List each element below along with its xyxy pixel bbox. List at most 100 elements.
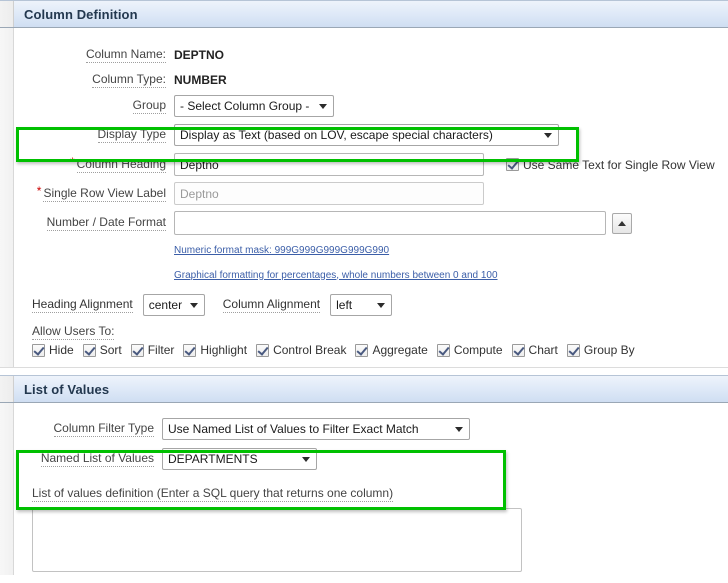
- allow-users-to-label: Allow Users To:: [32, 324, 115, 340]
- allow-option-checkbox[interactable]: [566, 343, 580, 357]
- required-marker: *: [69, 154, 75, 169]
- number-date-format-label: Number / Date Format: [46, 215, 166, 231]
- use-same-text-checkbox[interactable]: [506, 158, 519, 171]
- lov-definition-textarea[interactable]: [32, 508, 522, 572]
- column-type-value-wrap: NUMBER: [174, 73, 728, 87]
- allow-option-checkbox[interactable]: [256, 343, 270, 357]
- column-name-label-wrap: Column Name:: [14, 47, 174, 63]
- row-column-filter-type: Column Filter Type Use Named List of Val…: [14, 414, 728, 444]
- column-definition-body: Column Name: DEPTNO Column Type: NUMBER: [0, 28, 728, 368]
- chevron-down-icon: [377, 303, 386, 308]
- list-of-values-title: List of Values: [24, 381, 110, 397]
- allow-option-hide[interactable]: Hide: [32, 343, 74, 357]
- graphical-formatting-link-wrap: Graphical formatting for percentages, wh…: [174, 269, 728, 282]
- chevron-down-icon: [455, 427, 463, 432]
- allow-option-highlight[interactable]: Highlight: [183, 343, 247, 357]
- allow-option-label: Compute: [453, 343, 503, 357]
- group-label-wrap: Group: [14, 98, 174, 114]
- column-filter-type-label: Column Filter Type: [53, 421, 154, 437]
- column-heading-label: Column Heading: [76, 156, 166, 173]
- row-number-date-format: Number / Date Format: [14, 208, 728, 238]
- row-numeric-format-mask-link: Numeric format mask: 999G999G999G999G990: [14, 238, 728, 262]
- body-gutter-left: [0, 403, 14, 575]
- column-type-label: Column Type:: [92, 71, 166, 88]
- allow-option-checkbox[interactable]: [130, 343, 144, 357]
- row-group: Group - Select Column Group -: [14, 92, 728, 119]
- allow-option-group-by[interactable]: Group By: [566, 343, 635, 357]
- header-gutter: [0, 376, 14, 402]
- allow-option-control-break[interactable]: Control Break: [256, 343, 346, 357]
- column-filter-type-label-wrap: Column Filter Type: [14, 421, 162, 437]
- allow-option-checkbox[interactable]: [32, 343, 45, 357]
- allow-option-aggregate[interactable]: Aggregate: [355, 343, 428, 357]
- body-gutter-left: [0, 28, 14, 367]
- column-filter-type-value-wrap: Use Named List of Values to Filter Exact…: [162, 418, 728, 440]
- display-type-label: Display Type: [97, 126, 166, 143]
- heading-alignment-value: center: [148, 298, 183, 312]
- allow-option-label: Hide: [49, 343, 74, 357]
- column-heading-input[interactable]: [174, 153, 484, 176]
- allow-users-to-options: Hide Sort Filter Highlight Control Break Aggr…: [14, 343, 728, 357]
- row-named-list-of-values: Named List of Values DEPARTMENTS: [14, 444, 728, 474]
- column-definition-title: Column Definition: [24, 6, 138, 22]
- allow-option-checkbox[interactable]: [355, 343, 369, 357]
- allow-option-label: Control Break: [273, 343, 347, 357]
- column-definition-content: Column Name: DEPTNO Column Type: NUMBER: [14, 28, 728, 367]
- column-heading-value-wrap: Use Same Text for Single Row View: [174, 153, 728, 176]
- allow-option-compute[interactable]: Compute: [436, 343, 503, 357]
- header-gutter: [0, 1, 14, 27]
- allow-option-checkbox[interactable]: [511, 343, 525, 357]
- column-definition-region: Column Definition Column Name: DEPTNO Co…: [0, 0, 728, 368]
- allow-option-label: Filter: [147, 343, 175, 357]
- allow-option-checkbox[interactable]: [183, 343, 197, 357]
- numeric-format-mask-link[interactable]: Numeric format mask: 999G999G999G999G990: [174, 244, 389, 257]
- display-type-value-wrap: Display as Text (based on LOV, escape sp…: [174, 123, 728, 146]
- chevron-down-icon: [319, 103, 327, 109]
- row-display-type: Display Type Display as Text (based on L…: [14, 119, 728, 150]
- column-alignment-select[interactable]: left: [330, 294, 393, 316]
- allow-option-sort[interactable]: Sort: [82, 343, 122, 357]
- chevron-up-icon: [618, 220, 626, 226]
- allow-users-to-label-wrap: Allow Users To:: [14, 324, 728, 340]
- group-select[interactable]: - Select Column Group -: [174, 94, 334, 117]
- allow-option-checkbox[interactable]: [82, 343, 96, 357]
- column-filter-type-value: Use Named List of Values to Filter Exact…: [168, 422, 419, 436]
- lov-definition-textarea-wrap: [32, 508, 728, 575]
- row-column-type: Column Type: NUMBER: [14, 67, 728, 92]
- single-row-view-label-wrap: * Single Row View Label: [14, 185, 174, 202]
- number-date-format-value-wrap: [174, 211, 728, 235]
- number-date-format-input[interactable]: [174, 211, 606, 235]
- allow-option-checkbox[interactable]: [436, 343, 450, 357]
- named-list-of-values-select[interactable]: DEPARTMENTS: [162, 448, 317, 470]
- column-type-label-wrap: Column Type:: [14, 72, 174, 88]
- list-of-values-region: List of Values Column Filter Type Use Na…: [0, 375, 728, 575]
- allow-option-label: Aggregate: [372, 343, 428, 357]
- column-name-value: DEPTNO: [174, 47, 225, 62]
- use-same-text-checkbox-wrap[interactable]: Use Same Text for Single Row View: [506, 158, 715, 172]
- single-row-view-label: Single Row View Label: [43, 185, 166, 202]
- display-type-select[interactable]: Display as Text (based on LOV, escape sp…: [174, 123, 559, 146]
- heading-alignment-select[interactable]: center: [142, 294, 205, 316]
- row-graphical-formatting-link: Graphical formatting for percentages, wh…: [14, 262, 728, 288]
- group-label: Group: [132, 97, 166, 114]
- column-name-value-wrap: DEPTNO: [174, 48, 728, 62]
- allow-option-filter[interactable]: Filter: [130, 343, 175, 357]
- row-single-row-view-label: * Single Row View Label: [14, 179, 728, 208]
- use-same-text-label: Use Same Text for Single Row View: [523, 157, 715, 172]
- list-of-values-body: Column Filter Type Use Named List of Val…: [0, 403, 728, 575]
- column-definition-header: Column Definition: [0, 0, 728, 28]
- list-of-values-content: Column Filter Type Use Named List of Val…: [14, 403, 728, 575]
- chevron-down-icon: [189, 303, 198, 308]
- named-list-of-values-value: DEPARTMENTS: [168, 452, 258, 466]
- graphical-formatting-link[interactable]: Graphical formatting for percentages, wh…: [174, 269, 498, 282]
- single-row-view-input[interactable]: [174, 182, 484, 205]
- allow-option-label: Sort: [99, 343, 122, 357]
- allow-option-label: Chart: [528, 343, 558, 357]
- number-date-format-picker-button[interactable]: [612, 212, 632, 234]
- named-list-of-values-value-wrap: DEPARTMENTS: [162, 448, 728, 470]
- group-select-value: - Select Column Group -: [180, 98, 310, 113]
- allow-option-chart[interactable]: Chart: [511, 343, 558, 357]
- column-name-label: Column Name:: [85, 46, 166, 63]
- named-list-of-values-label-wrap: Named List of Values: [14, 451, 162, 467]
- column-filter-type-select[interactable]: Use Named List of Values to Filter Exact…: [162, 418, 470, 440]
